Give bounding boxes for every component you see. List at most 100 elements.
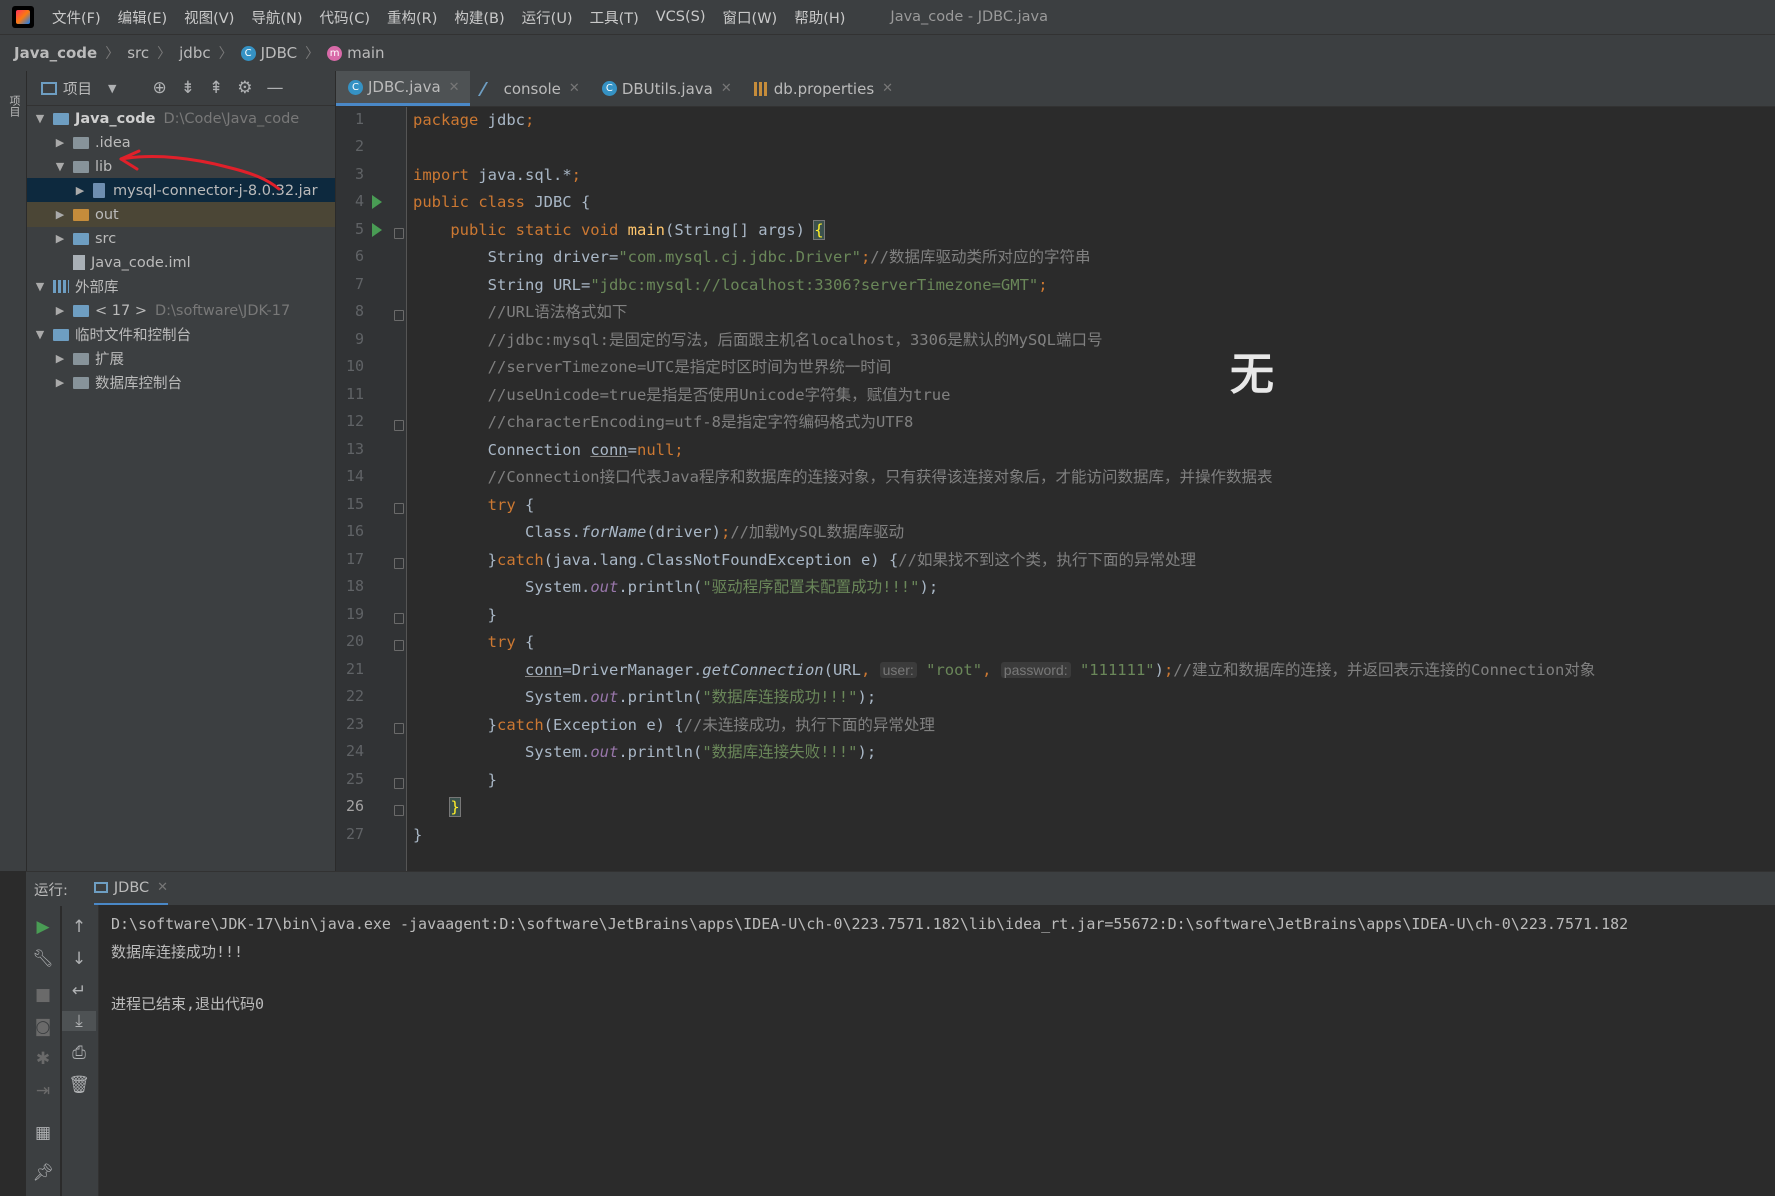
chevron-right-icon[interactable]: ▶	[53, 136, 67, 149]
expand-all-icon[interactable]: ⇟	[181, 78, 195, 98]
menu-file[interactable]: 文件(F)	[52, 7, 101, 28]
fold-icon[interactable]	[394, 640, 404, 651]
tree-item-db-consoles[interactable]: ▶ 数据库控制台	[27, 370, 335, 395]
close-icon[interactable]: ✕	[569, 81, 580, 96]
fold-icon[interactable]	[394, 310, 404, 321]
breadcrumb-src[interactable]: src	[127, 44, 149, 62]
menu-window[interactable]: 窗口(W)	[723, 7, 778, 28]
gear-icon[interactable]: ⚙	[237, 78, 252, 98]
tree-item-external-libs[interactable]: ▼ 外部库	[27, 274, 335, 299]
chevron-right-icon: 〉	[305, 46, 320, 62]
breadcrumb-project[interactable]: Java_code	[14, 44, 97, 62]
close-icon[interactable]: ✕	[882, 81, 893, 96]
chevron-down-icon[interactable]: ▼	[33, 280, 47, 293]
chevron-right-icon[interactable]: ▶	[53, 208, 67, 221]
fold-icon[interactable]	[394, 778, 404, 789]
chevron-right-icon[interactable]: ▶	[53, 352, 67, 365]
wrench-icon[interactable]: 🔧︎	[26, 949, 60, 969]
menu-tools[interactable]: 工具(T)	[590, 7, 639, 28]
trash-icon[interactable]: 🗑︎	[62, 1075, 96, 1095]
crosshair-icon[interactable]: ⊕	[152, 78, 166, 98]
hide-icon[interactable]: —	[266, 78, 283, 98]
tree-item-scratches[interactable]: ▼ 临时文件和控制台	[27, 322, 335, 347]
run-panel-header: 运行: JDBC ✕	[26, 871, 1775, 906]
menu-help[interactable]: 帮助(H)	[794, 7, 845, 28]
line-number: 21	[345, 660, 364, 678]
stop-icon[interactable]: ■	[26, 985, 60, 1005]
chevron-right-icon[interactable]: ▶	[73, 184, 87, 197]
exit-icon[interactable]: ⇥	[26, 1081, 60, 1101]
fold-icon[interactable]	[394, 503, 404, 514]
run-tab-jdbc[interactable]: JDBC ✕	[93, 872, 169, 906]
dropdown-arrow-icon[interactable]: ▼	[108, 82, 116, 95]
breadcrumb: Java_code 〉 src 〉 jdbc 〉 C JDBC 〉 m main	[0, 34, 1775, 72]
collapse-all-icon[interactable]: ⇞	[209, 78, 223, 98]
run-icon[interactable]: ▶	[26, 917, 60, 937]
editor-tab-bar: C JDBC.java ✕ console ✕ C DBUtils.java ✕…	[336, 71, 1775, 107]
scroll-end-icon[interactable]: ⤓	[62, 1011, 96, 1031]
annotation-arrow-icon	[119, 149, 281, 191]
project-view-title[interactable]: 项目	[63, 78, 92, 99]
tree-item-extensions[interactable]: ▶ 扩展	[27, 346, 335, 371]
debug-icon[interactable]: ✱	[26, 1049, 60, 1069]
menu-navigate[interactable]: 导航(N)	[251, 7, 302, 28]
chevron-down-icon[interactable]: ▼	[33, 328, 47, 341]
menu-run[interactable]: 运行(U)	[522, 7, 573, 28]
down-arrow-icon[interactable]: ↓	[62, 949, 96, 969]
line-number: 27	[345, 825, 364, 843]
line-number: 17	[345, 550, 364, 568]
menu-refactor[interactable]: 重构(R)	[387, 7, 437, 28]
camera-icon[interactable]: ◙	[26, 1017, 60, 1037]
fold-icon[interactable]	[394, 723, 404, 734]
line-number: 10	[345, 357, 364, 375]
code-editor[interactable]: package jdbc; import java.sql.*; public …	[407, 107, 1775, 871]
tab-db-properties[interactable]: db.properties ✕	[742, 71, 903, 106]
tree-label: 数据库控制台	[95, 376, 182, 392]
method-icon: m	[327, 45, 343, 61]
menu-code[interactable]: 代码(C)	[320, 7, 370, 28]
close-icon[interactable]: ✕	[449, 80, 460, 95]
breadcrumb-method[interactable]: main	[347, 44, 384, 62]
chevron-right-icon[interactable]: ▶	[53, 304, 67, 317]
console-output[interactable]: D:\software\JDK-17\bin\java.exe -javaage…	[99, 905, 1775, 1196]
tree-item-iml[interactable]: Java_code.iml	[27, 250, 335, 275]
tree-item-src[interactable]: ▶ src	[27, 226, 335, 251]
tree-root-project[interactable]: ▼ Java_code D:\Code\Java_code	[27, 106, 335, 131]
close-icon[interactable]: ✕	[157, 880, 168, 895]
up-arrow-icon[interactable]: ↑	[62, 917, 96, 937]
stripe-project-button[interactable]: 项目	[4, 81, 22, 131]
tree-item-jdk[interactable]: ▶ < 17 > D:\software\JDK-17	[27, 298, 335, 323]
run-gutter-icon[interactable]	[372, 223, 382, 237]
chevron-down-icon[interactable]: ▼	[33, 112, 47, 125]
library-icon	[53, 280, 69, 293]
tab-jdbc-java[interactable]: C JDBC.java ✕	[336, 71, 470, 106]
pin-icon[interactable]: 📌︎	[26, 1163, 60, 1183]
layout-icon[interactable]: ▦	[26, 1123, 60, 1143]
run-toolbar-secondary: ↑ ↓ ↵ ⤓ ⎙ 🗑︎	[62, 905, 99, 1196]
menu-view[interactable]: 视图(V)	[184, 7, 234, 28]
menu-build[interactable]: 构建(B)	[454, 7, 504, 28]
fold-icon[interactable]	[394, 558, 404, 569]
param-hint-user: user:	[879, 662, 917, 678]
editor-gutter[interactable]: 1 2 3 4 5 6 7 8 9 10 11 12 13 14 15 16 1…	[336, 107, 407, 871]
line-number: 14	[345, 467, 364, 485]
fold-icon[interactable]	[394, 613, 404, 624]
run-gutter-icon[interactable]	[372, 195, 382, 209]
menu-edit[interactable]: 编辑(E)	[118, 7, 167, 28]
fold-icon[interactable]	[394, 420, 404, 431]
tab-console[interactable]: console ✕	[470, 71, 590, 106]
fold-icon[interactable]	[394, 228, 404, 239]
close-icon[interactable]: ✕	[721, 81, 732, 96]
chevron-right-icon[interactable]: ▶	[53, 376, 67, 389]
fold-icon[interactable]	[394, 805, 404, 816]
print-icon[interactable]: ⎙	[62, 1043, 96, 1063]
chevron-down-icon[interactable]: ▼	[53, 160, 67, 173]
breadcrumb-class[interactable]: JDBC	[261, 44, 297, 62]
tab-dbutils-java[interactable]: C DBUtils.java ✕	[590, 71, 742, 106]
menu-vcs[interactable]: VCS(S)	[656, 9, 706, 25]
file-icon	[73, 255, 85, 270]
breadcrumb-package[interactable]: jdbc	[179, 44, 210, 62]
soft-wrap-icon[interactable]: ↵	[62, 981, 96, 1001]
chevron-right-icon[interactable]: ▶	[53, 232, 67, 245]
tree-item-out[interactable]: ▶ out	[27, 202, 335, 227]
